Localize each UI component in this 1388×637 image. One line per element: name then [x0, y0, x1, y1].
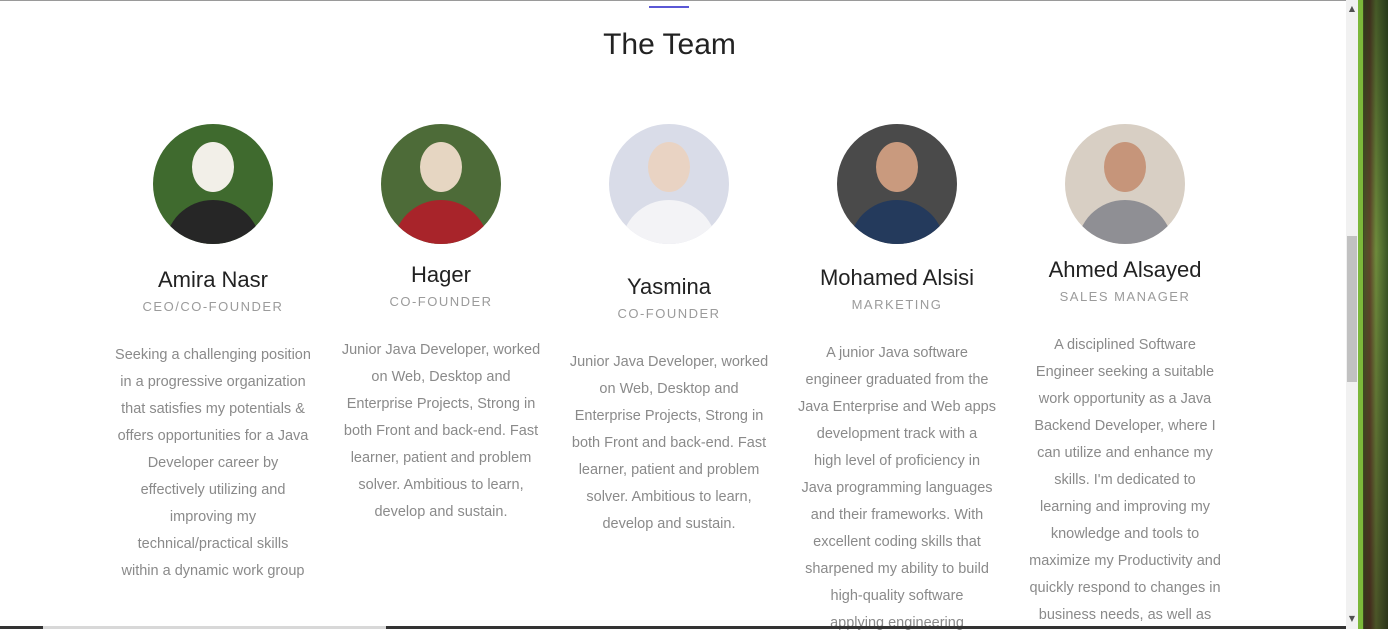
team-member-card: Yasmina CO-FOUNDER Junior Java Developer… — [560, 124, 778, 538]
bio-line: Junior Java Developer, worked — [569, 354, 769, 370]
bio-line: Enterprise Projects, Strong in — [346, 396, 536, 412]
portrait-woman-hijab-floral — [609, 124, 729, 244]
member-bio: Junior Java Developer, worked on Web, Des… — [332, 337, 550, 526]
member-role: SALES MANAGER — [1059, 289, 1191, 304]
member-name: Mohamed Alsisi — [819, 265, 975, 290]
bio-line: develop and sustain. — [602, 516, 736, 532]
bio-line: sharpened my ability to build — [805, 561, 989, 577]
section-accent-line — [649, 6, 689, 8]
triangle-down-icon[interactable]: ▼ — [1346, 612, 1358, 626]
bio-line: Seeking a challenging position — [115, 347, 311, 363]
team-member-card: Mohamed Alsisi MARKETING A junior Java s… — [788, 124, 1006, 637]
portrait-man-suit — [1065, 124, 1185, 244]
bio-line: that satisfies my potentials & — [121, 401, 305, 417]
bio-line: within a dynamic work group — [121, 563, 305, 579]
top-divider — [0, 0, 1346, 1]
bio-line: maximize my Productivity and — [1029, 553, 1221, 569]
bio-line: high-quality software — [830, 588, 964, 604]
triangle-up-icon[interactable]: ▲ — [1346, 2, 1358, 16]
bio-line: business needs, as well as — [1038, 607, 1212, 623]
bio-line: both Front and back-end. Fast — [343, 423, 539, 439]
background-photo-strip — [1358, 0, 1388, 629]
bio-line: high level of proficiency in — [813, 453, 981, 469]
bio-line: knowledge and tools to — [1050, 526, 1200, 542]
bio-line: improving my — [169, 509, 257, 525]
bio-line: on Web, Desktop and — [371, 369, 511, 385]
bio-line: learning and improving my — [1039, 499, 1211, 515]
bio-line: Engineer seeking a suitable — [1035, 364, 1215, 380]
bio-line: A disciplined Software — [1054, 337, 1196, 353]
bio-line: Junior Java Developer, worked — [341, 342, 541, 358]
bio-line: Enterprise Projects, Strong in — [574, 408, 764, 424]
member-bio: A disciplined Software Engineer seeking a… — [1016, 332, 1234, 629]
bio-line: both Front and back-end. Fast — [571, 435, 767, 451]
bio-line: engineer graduated from the — [805, 372, 989, 388]
member-bio: A junior Java software engineer graduated… — [788, 340, 1006, 637]
portrait-woman-hijab-white — [153, 124, 273, 244]
member-name: Ahmed Alsayed — [1048, 257, 1202, 282]
bio-line: can utilize and enhance my — [1037, 445, 1213, 461]
scrollbar-thumb[interactable] — [1347, 236, 1357, 382]
team-member-card: Amira Nasr CEO/CO-FOUNDER Seeking a chal… — [104, 124, 322, 585]
member-role: CO-FOUNDER — [617, 306, 721, 321]
bio-line: and their frameworks. With — [810, 507, 984, 523]
bio-line: develop and sustain. — [374, 504, 508, 520]
member-role: MARKETING — [851, 297, 943, 312]
bio-line: skills. I'm dedicated to — [1054, 472, 1196, 488]
member-bio: Seeking a challenging position in a progr… — [104, 342, 322, 585]
member-name: Hager — [411, 262, 471, 287]
bio-line: learner, patient and problem — [350, 450, 532, 466]
bio-line: development track with a — [816, 426, 978, 442]
bio-line: Developer career by — [147, 455, 279, 471]
member-name: Yasmina — [627, 274, 711, 299]
bio-line: technical/practical skills — [137, 536, 289, 552]
bio-line: applying engineering — [830, 615, 964, 631]
bio-line: Java Enterprise and Web apps — [797, 399, 996, 415]
member-role: CEO/CO-FOUNDER — [142, 299, 284, 314]
bio-line: in a progressive organization — [120, 374, 306, 390]
bio-line: solver. Ambitious to learn, — [358, 477, 524, 493]
team-member-card: Hager CO-FOUNDER Junior Java Developer, … — [332, 124, 550, 526]
bio-line: effectively utilizing and — [140, 482, 286, 498]
portrait-man-glasses — [837, 124, 957, 244]
bio-line: offers opportunities for a Java — [117, 428, 309, 444]
bio-line: Java programming languages — [801, 480, 993, 496]
section-title: The Team — [603, 28, 736, 61]
bio-line: on Web, Desktop and — [599, 381, 739, 397]
bio-line: excellent coding skills that — [813, 534, 981, 550]
bio-line: Backend Developer, where I — [1034, 418, 1216, 434]
bio-line: A junior Java software — [826, 345, 968, 361]
team-member-card: Ahmed Alsayed SALES MANAGER A discipline… — [1016, 124, 1234, 629]
member-bio: Junior Java Developer, worked on Web, Des… — [560, 349, 778, 538]
bio-line: solver. Ambitious to learn, — [586, 489, 752, 505]
member-role: CO-FOUNDER — [389, 294, 493, 309]
bio-line: learner, patient and problem — [578, 462, 760, 478]
member-name: Amira Nasr — [157, 267, 268, 292]
bio-line: work opportunity as a Java — [1038, 391, 1212, 407]
portrait-woman-hijab-beige — [381, 124, 501, 244]
bio-line: quickly respond to changes in — [1029, 580, 1221, 596]
